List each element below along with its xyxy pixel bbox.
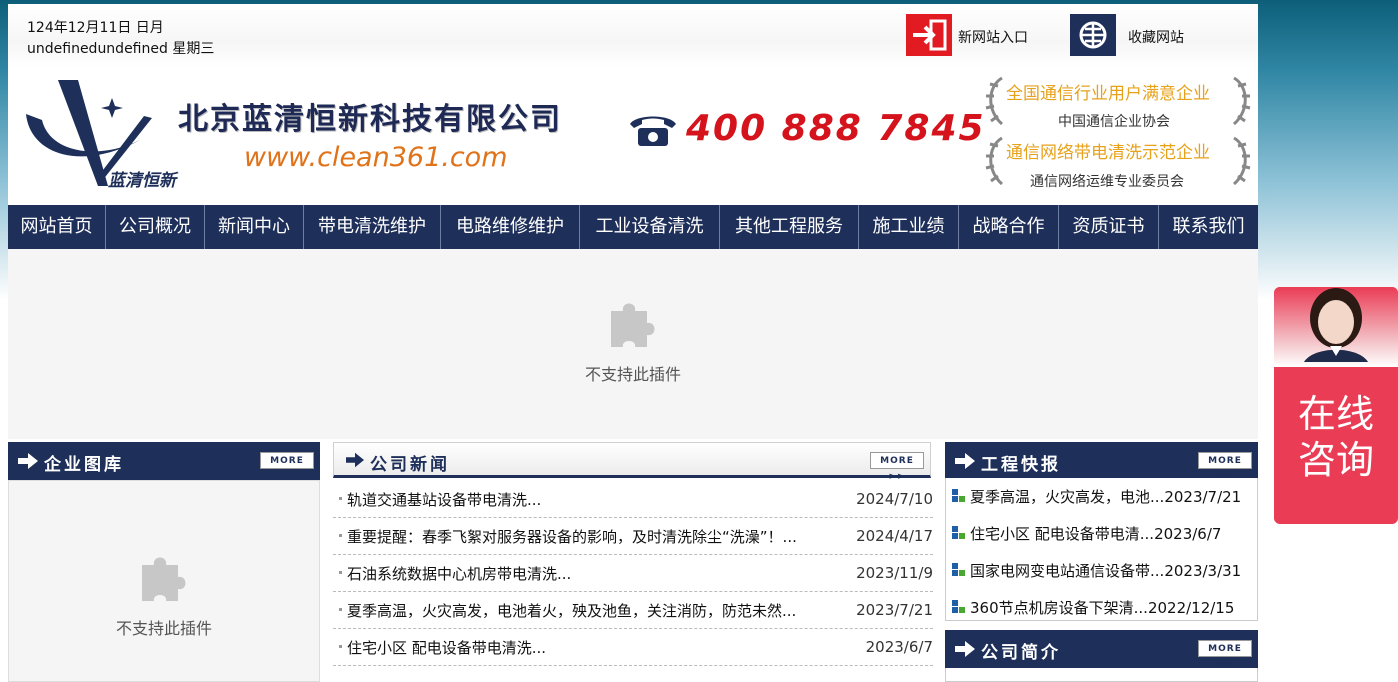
project-item-title[interactable]: 夏季高温，火灾高发，电池...2023/7/21 bbox=[970, 486, 1241, 507]
company-name: 北京蓝清恒新科技有限公司 bbox=[178, 102, 562, 137]
telephone-icon bbox=[628, 112, 678, 152]
square-bullet-icon bbox=[952, 600, 965, 613]
news-item-date: 2024/7/10 bbox=[856, 490, 933, 508]
nav-item-home[interactable]: 网站首页 bbox=[8, 205, 106, 249]
award-2-org: 通信网络运维专业委员会 bbox=[1030, 174, 1184, 190]
bullet-icon bbox=[339, 534, 342, 537]
date-line-1: 124年12月11日 日月 bbox=[27, 20, 164, 36]
date-line-2: undefinedundefined 星期三 bbox=[27, 41, 215, 57]
gallery-header: 企业图库 MORE >> bbox=[8, 442, 320, 482]
arrow-right-icon bbox=[346, 452, 364, 468]
news-item-title[interactable]: 夏季高温，火灾高发，电池着火，殃及池鱼，关注消防，防范未然... bbox=[347, 600, 796, 621]
bookmark-link[interactable]: 收藏网站 bbox=[1128, 27, 1184, 47]
project-item-title[interactable]: 国家电网变电站通信设备带...2023/3/31 bbox=[970, 560, 1241, 581]
list-item[interactable]: 夏季高温，火灾高发，电池...2023/7/21 bbox=[946, 478, 1257, 515]
plugin-unsupported-text: 不支持此插件 bbox=[115, 619, 212, 638]
online-consult-widget[interactable]: 在线 咨询 bbox=[1274, 287, 1398, 524]
new-site-link[interactable]: 新网站入口 bbox=[958, 27, 1028, 47]
profile-more-button[interactable]: MORE >> bbox=[1198, 640, 1252, 670]
nav-item-partners[interactable]: 战略合作 bbox=[959, 205, 1059, 249]
nav-item-company[interactable]: 公司概况 bbox=[106, 205, 205, 249]
projects-title: 工程快报 bbox=[981, 455, 1061, 475]
bullet-icon bbox=[339, 645, 342, 648]
puzzle-icon bbox=[611, 303, 655, 347]
banner-plugin-placeholder: 不支持此插件 bbox=[8, 249, 1258, 439]
nav-item-other-services[interactable]: 其他工程服务 bbox=[720, 205, 859, 249]
project-item-title[interactable]: 住宅小区 配电设备带电清...2023/6/7 bbox=[970, 523, 1221, 544]
top-strip: 124年12月11日 日月 undefinedundefined 星期三 新网站… bbox=[8, 4, 1258, 68]
nav-item-industrial-cleaning[interactable]: 工业设备清洗 bbox=[580, 205, 720, 249]
news-item[interactable]: 轨道交通基站设备带电清洗... 2024/7/10 bbox=[333, 481, 933, 518]
award-1-org: 中国通信企业协会 bbox=[1058, 114, 1170, 130]
news-item-date: 2023/7/21 bbox=[856, 601, 933, 619]
online-consult-label[interactable]: 在线 咨询 bbox=[1274, 391, 1398, 483]
news-item-date: 2024/4/17 bbox=[856, 527, 933, 545]
list-item[interactable]: 住宅小区 配电设备带电清...2023/6/7 bbox=[946, 515, 1257, 552]
news-more-button[interactable]: MORE >> bbox=[870, 452, 924, 482]
projects-more-button[interactable]: MORE >> bbox=[1198, 452, 1252, 482]
main-navigation: 网站首页 公司概况 新闻中心 带电清洗维护 电路维修维护 工业设备清洗 其他工程… bbox=[8, 205, 1258, 249]
profile-body bbox=[945, 668, 1258, 682]
gallery-plugin-placeholder: 不支持此插件 bbox=[8, 480, 320, 682]
nav-item-contact[interactable]: 联系我们 bbox=[1159, 205, 1258, 249]
bookmark-icon[interactable] bbox=[1070, 14, 1116, 56]
laurel-icon bbox=[984, 136, 1006, 190]
news-header: 公司新闻 MORE >> bbox=[333, 442, 931, 482]
arrow-right-icon bbox=[18, 453, 38, 469]
news-item[interactable]: 重要提醒：春季飞絮对服务器设备的影响，及时清洗除尘“洗澡”！... 2024/4… bbox=[333, 518, 933, 555]
bullet-icon bbox=[339, 608, 342, 611]
gallery-more-button[interactable]: MORE >> bbox=[260, 452, 314, 482]
nav-item-projects[interactable]: 施工业绩 bbox=[859, 205, 959, 249]
arrow-right-icon bbox=[955, 453, 975, 469]
award-2-title: 通信网络带电清洗示范企业 bbox=[1006, 143, 1210, 163]
nav-item-certificates[interactable]: 资质证书 bbox=[1059, 205, 1159, 249]
projects-list: 夏季高温，火灾高发，电池...2023/7/21 住宅小区 配电设备带电清...… bbox=[945, 478, 1258, 621]
company-website: www.clean361.com bbox=[244, 142, 508, 173]
news-item[interactable]: 夏季高温，火灾高发，电池着火，殃及池鱼，关注消防，防范未然... 2023/7/… bbox=[333, 592, 933, 629]
hotline-number: 400 888 7845 bbox=[686, 108, 986, 149]
enter-icon[interactable] bbox=[906, 14, 952, 56]
profile-header: 公司简介 MORE >> bbox=[945, 630, 1258, 670]
news-item-date: 2023/11/9 bbox=[856, 564, 933, 582]
news-item-title[interactable]: 住宅小区 配电设备带电清洗... bbox=[347, 637, 546, 658]
news-item[interactable]: 住宅小区 配电设备带电清洗... 2023/6/7 bbox=[333, 629, 933, 666]
gallery-title: 企业图库 bbox=[44, 455, 124, 475]
news-item-title[interactable]: 石油系统数据中心机房带电清洗... bbox=[347, 563, 571, 584]
logo-text: 蓝清恒新 bbox=[108, 171, 176, 191]
award-1-title: 全国通信行业用户满意企业 bbox=[1006, 84, 1210, 104]
news-title: 公司新闻 bbox=[370, 455, 450, 475]
bullet-icon bbox=[339, 497, 342, 500]
nav-item-live-cleaning[interactable]: 带电清洗维护 bbox=[304, 205, 441, 249]
company-logo[interactable]: 蓝清恒新 bbox=[20, 74, 190, 192]
news-item-title[interactable]: 重要提醒：春季飞絮对服务器设备的影响，及时清洗除尘“洗澡”！... bbox=[347, 526, 797, 547]
puzzle-icon bbox=[142, 557, 186, 601]
news-list: 轨道交通基站设备带电清洗... 2024/7/10 重要提醒：春季飞絮对服务器设… bbox=[333, 481, 933, 666]
nav-item-circuit-repair[interactable]: 电路维修维护 bbox=[441, 205, 580, 249]
site-header: 蓝清恒新 北京蓝清恒新科技有限公司 www.clean361.com 400 8… bbox=[8, 68, 1258, 205]
list-item[interactable]: 国家电网变电站通信设备带...2023/3/31 bbox=[946, 552, 1257, 589]
bullet-icon bbox=[339, 571, 342, 574]
news-item[interactable]: 石油系统数据中心机房带电清洗... 2023/11/9 bbox=[333, 555, 933, 592]
project-item-title[interactable]: 360节点机房设备下架清...2022/12/15 bbox=[970, 597, 1234, 618]
news-item-date: 2023/6/7 bbox=[865, 638, 933, 656]
news-item-title[interactable]: 轨道交通基站设备带电清洗... bbox=[347, 489, 541, 510]
square-bullet-icon bbox=[952, 526, 965, 539]
list-item[interactable]: 360节点机房设备下架清...2022/12/15 bbox=[946, 589, 1257, 620]
plugin-unsupported-text: 不支持此插件 bbox=[584, 365, 681, 384]
square-bullet-icon bbox=[952, 489, 965, 502]
projects-header: 工程快报 MORE >> bbox=[945, 442, 1258, 482]
agent-avatar bbox=[1274, 287, 1398, 367]
laurel-icon bbox=[984, 76, 1006, 130]
nav-item-news[interactable]: 新闻中心 bbox=[205, 205, 304, 249]
laurel-icon bbox=[1230, 136, 1252, 190]
arrow-right-icon bbox=[955, 641, 975, 657]
laurel-icon bbox=[1230, 76, 1252, 130]
profile-title: 公司简介 bbox=[981, 643, 1061, 663]
square-bullet-icon bbox=[952, 563, 965, 576]
